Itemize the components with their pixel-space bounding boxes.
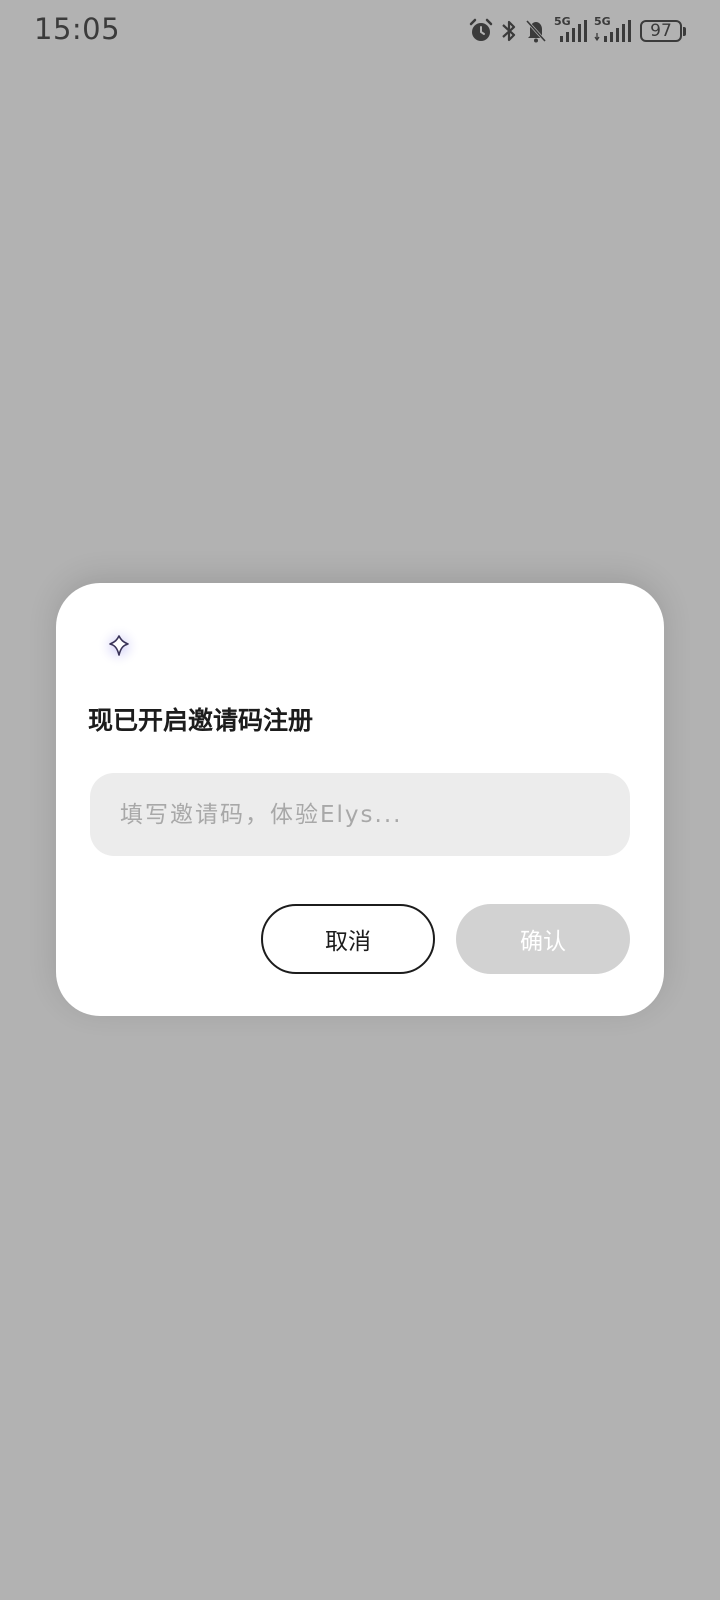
alarm-icon bbox=[468, 18, 494, 44]
network-type-label: 5G bbox=[554, 15, 571, 28]
network-type-label: 5G bbox=[594, 15, 611, 28]
battery-cap bbox=[683, 26, 686, 36]
signal-5g-sim2-icon: 5G bbox=[594, 15, 632, 44]
invite-code-dialog: 现已开启邀请码注册 取消 确认 bbox=[56, 583, 664, 1016]
notifications-off-icon bbox=[524, 18, 548, 44]
battery-indicator: 97 bbox=[640, 20, 686, 42]
cancel-button[interactable]: 取消 bbox=[261, 904, 435, 974]
battery-icon: 97 bbox=[640, 20, 682, 42]
status-icons: 5G 5G 97 bbox=[468, 15, 686, 46]
sparkle-diamond-logo-icon bbox=[96, 623, 142, 669]
status-bar: 15:05 5G 5G 97 bbox=[0, 0, 720, 62]
bluetooth-icon bbox=[500, 18, 518, 44]
status-time: 15:05 bbox=[34, 12, 121, 46]
confirm-button[interactable]: 确认 bbox=[456, 904, 630, 974]
battery-level: 97 bbox=[650, 20, 672, 41]
signal-5g-sim1-icon: 5G bbox=[554, 15, 588, 44]
dialog-title: 现已开启邀请码注册 bbox=[88, 706, 314, 735]
invite-code-input[interactable] bbox=[90, 773, 630, 856]
